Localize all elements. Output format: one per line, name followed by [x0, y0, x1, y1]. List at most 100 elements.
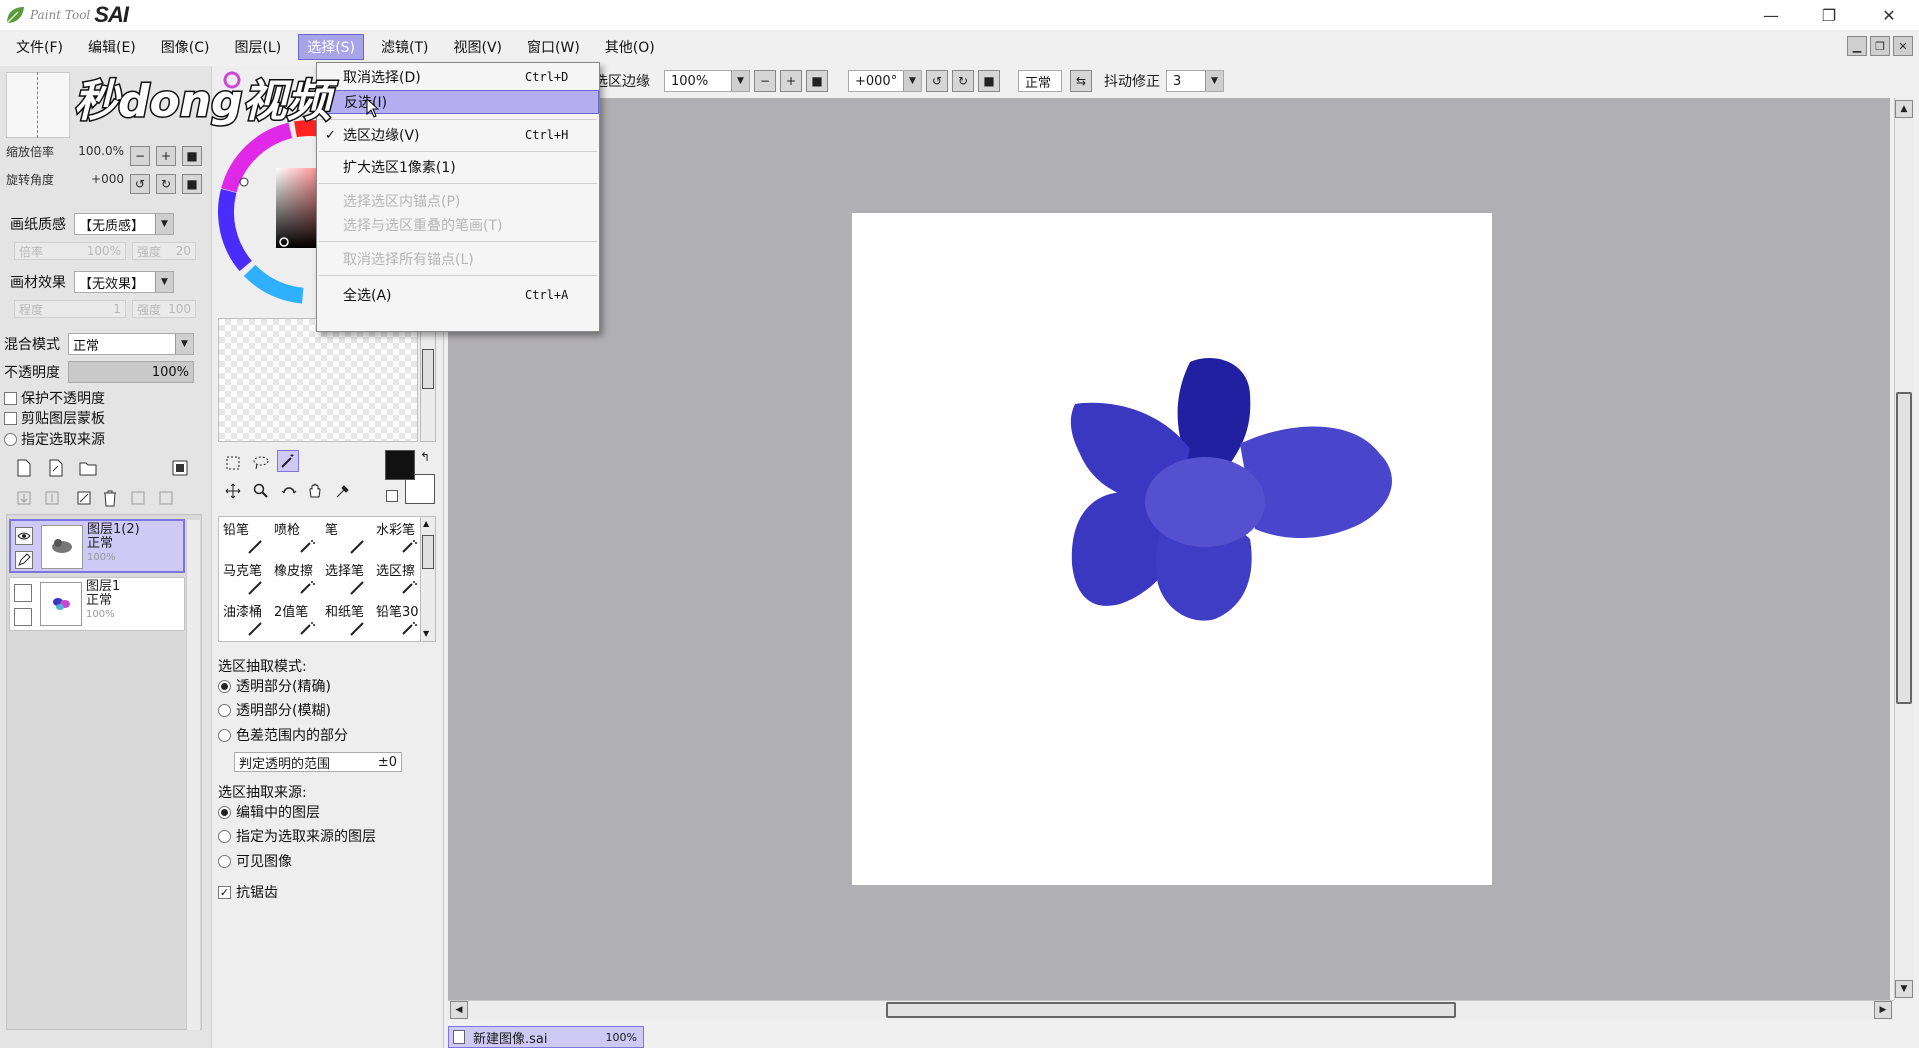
restore-button[interactable]: ❐: [1806, 0, 1852, 30]
menu-select-anchors[interactable]: 选择选区内锚点(P): [317, 189, 599, 213]
radio[interactable]: [4, 432, 17, 446]
trash-icon[interactable]: [100, 488, 120, 508]
scroll-down-icon[interactable]: ▼: [1895, 980, 1913, 998]
swatch-scroll-thumb[interactable]: [422, 349, 434, 389]
menu-filter[interactable]: 滤镜(T): [373, 35, 436, 59]
reset-colors-icon[interactable]: [386, 490, 398, 502]
visibility-toggle[interactable]: [14, 584, 32, 602]
menu-layer[interactable]: 图层(L): [226, 35, 289, 59]
menu-other[interactable]: 其他(O): [597, 35, 663, 59]
zoom-out-button[interactable]: −: [130, 146, 150, 166]
material-effect-select[interactable]: 【无效果】 ▼: [74, 271, 174, 293]
zoom-icon[interactable]: [250, 480, 272, 502]
brush-slot[interactable]: 铅笔: [223, 519, 273, 559]
foreground-color-swatch[interactable]: [385, 450, 415, 480]
menu-view[interactable]: 视图(V): [446, 35, 511, 59]
menu-edit[interactable]: 编辑(E): [80, 35, 144, 59]
zoom-select[interactable]: 100% ▼: [664, 70, 750, 92]
zoom-in-button[interactable]: +: [156, 146, 176, 166]
merge-down-icon[interactable]: [42, 488, 62, 508]
mode-option-0[interactable]: 透明部分(精确): [218, 676, 331, 696]
menu-deselect-anchors[interactable]: 取消选择所有锚点(L): [317, 247, 599, 271]
horizontal-scroll-thumb[interactable]: [886, 1002, 1456, 1018]
checkbox[interactable]: ✓: [218, 885, 231, 899]
menu-select-all[interactable]: 全选(A) Ctrl+A: [317, 283, 599, 307]
radio[interactable]: [218, 829, 231, 843]
brush-slot[interactable]: 笔: [325, 519, 375, 559]
brush-slot[interactable]: 马克笔: [223, 560, 273, 600]
stabilizer-select[interactable]: 3 ▼: [1166, 70, 1224, 92]
layer-row[interactable]: 图层1 正常 100%: [9, 577, 185, 631]
brush-slot[interactable]: 水彩笔: [376, 519, 426, 559]
document-tab[interactable]: 新建图像.sai 100%: [448, 1026, 644, 1048]
mdi-restore-button[interactable]: ❐: [1870, 36, 1890, 56]
chevron-down-icon[interactable]: ▼: [423, 629, 433, 639]
swatch-area[interactable]: [218, 318, 418, 442]
clip-mask-check[interactable]: 剪贴图层蒙板: [4, 408, 105, 428]
toolbar-rotate-right-button[interactable]: ↻: [952, 70, 974, 92]
new-layer-icon[interactable]: [14, 458, 34, 478]
mdi-close-button[interactable]: ✕: [1893, 36, 1913, 56]
opacity-slider[interactable]: 100%: [68, 361, 194, 383]
toolbar-zoom-in-button[interactable]: +: [780, 70, 802, 92]
brush-slot[interactable]: 橡皮擦: [274, 560, 324, 600]
eye-icon[interactable]: [15, 527, 33, 545]
source-option-2[interactable]: 可见图像: [218, 851, 292, 871]
select-source-check[interactable]: 指定选取来源: [4, 429, 105, 449]
radio[interactable]: [218, 805, 231, 819]
menu-select-overlap-strokes[interactable]: 选择与选区重叠的笔画(T): [317, 213, 599, 237]
menu-file[interactable]: 文件(F): [8, 35, 71, 59]
brush-scroll-thumb[interactable]: [422, 535, 434, 569]
rotate-reset-button[interactable]: ■: [182, 174, 202, 194]
vertical-scroll-thumb[interactable]: [1896, 392, 1912, 704]
scroll-right-icon[interactable]: ▶: [1874, 1001, 1892, 1019]
hand-icon[interactable]: [304, 480, 326, 502]
source-option-0[interactable]: 编辑中的图层: [218, 802, 320, 822]
layer-list-scrollbar[interactable]: [186, 520, 200, 1030]
zoom-slider[interactable]: 缩放倍率 100.0%: [6, 142, 124, 160]
checkbox[interactable]: [4, 391, 17, 405]
move-icon[interactable]: [222, 480, 244, 502]
checkbox[interactable]: [4, 411, 17, 425]
edit-toggle[interactable]: [14, 608, 32, 626]
transparency-range-field[interactable]: 判定透明的范围 ±0: [234, 752, 402, 772]
toolbar-rotate-left-button[interactable]: ↺: [926, 70, 948, 92]
menu-expand-selection[interactable]: 扩大选区1像素(1): [317, 155, 599, 179]
mdi-minimize-button[interactable]: ▁: [1847, 36, 1867, 56]
swap-colors-icon[interactable]: ↰: [420, 450, 430, 464]
radio[interactable]: [218, 728, 231, 742]
minimize-button[interactable]: —: [1748, 0, 1794, 30]
protect-opacity-check[interactable]: 保护不透明度: [4, 388, 105, 408]
close-button[interactable]: ✕: [1866, 0, 1912, 30]
rotate-icon[interactable]: [278, 480, 300, 502]
paper-texture-select[interactable]: 【无质感】 ▼: [74, 213, 174, 235]
toolbar-rotate-reset-button[interactable]: ■: [978, 70, 1000, 92]
blend-mode-select[interactable]: 正常 ▼: [68, 333, 194, 355]
mode-option-2[interactable]: 色差范围内的部分: [218, 725, 348, 745]
merge-visible-icon[interactable]: [128, 488, 148, 508]
lasso-icon[interactable]: [250, 452, 272, 474]
brush-slot[interactable]: 选区擦: [376, 560, 426, 600]
brush-slot[interactable]: 油漆桶: [223, 601, 273, 641]
layer-mask-icon[interactable]: [170, 458, 190, 478]
toolbar-zoom-reset-button[interactable]: ■: [806, 70, 828, 92]
rotation-select[interactable]: +000° ▼: [848, 70, 922, 92]
menu-window[interactable]: 窗口(W): [519, 35, 588, 59]
rotate-left-button[interactable]: ↺: [130, 174, 150, 194]
rect-select-icon[interactable]: [222, 452, 244, 474]
pencil-icon[interactable]: [15, 551, 33, 569]
toolbar-zoom-out-button[interactable]: −: [754, 70, 776, 92]
brush-slot[interactable]: 和纸笔: [325, 601, 375, 641]
transfer-down-icon[interactable]: [14, 488, 34, 508]
new-folder-icon[interactable]: [78, 458, 98, 478]
rotate-right-button[interactable]: ↻: [156, 174, 176, 194]
chevron-up-icon[interactable]: ▲: [423, 519, 433, 529]
menu-select[interactable]: 选择(S): [298, 34, 365, 60]
brush-scrollbar[interactable]: ▲ ▼: [420, 516, 436, 642]
new-vector-layer-icon[interactable]: [46, 458, 66, 478]
menu-image[interactable]: 图像(C): [153, 35, 218, 59]
mode-option-1[interactable]: 透明部分(模糊): [218, 700, 331, 720]
brush-slot[interactable]: 选择笔: [325, 560, 375, 600]
radio[interactable]: [218, 679, 231, 693]
radio[interactable]: [218, 703, 231, 717]
